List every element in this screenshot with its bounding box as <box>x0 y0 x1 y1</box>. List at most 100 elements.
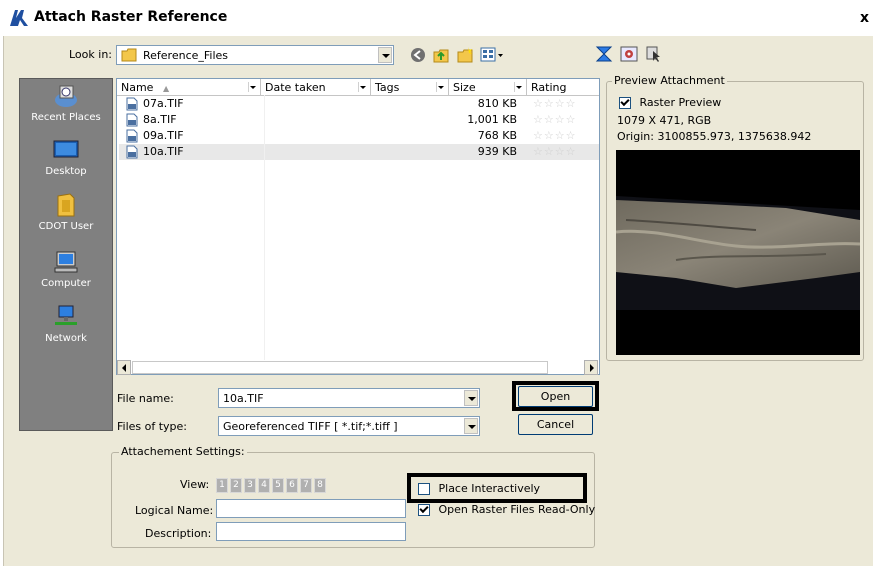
view-button-1[interactable]: 1 <box>216 478 228 493</box>
file-list[interactable]: Name ▲ Date taken Tags Size Rating 07a.T… <box>116 78 600 375</box>
raster-origin: Origin: 3100855.973, 1375638.942 <box>617 130 812 143</box>
select-icon[interactable] <box>645 45 663 63</box>
raster-preview-label: Raster Preview <box>639 96 722 109</box>
raster-manager-icon[interactable] <box>595 45 613 63</box>
column-header-tags[interactable]: Tags <box>371 79 449 96</box>
description-input[interactable] <box>216 522 406 541</box>
place-interactively-label: Place Interactively <box>438 482 541 495</box>
title-bar: Attach Raster Reference x <box>0 0 873 36</box>
logical-name-input[interactable] <box>216 499 406 518</box>
file-row-selected[interactable]: 10a.TIF 939 KB ☆☆☆☆ <box>119 144 599 160</box>
recent-places-icon <box>55 85 77 107</box>
tif-file-icon <box>126 129 138 143</box>
arrow-left-icon <box>122 364 126 372</box>
rating-stars[interactable]: ☆☆☆☆ <box>533 96 576 112</box>
tif-file-icon <box>126 97 138 111</box>
rating-stars[interactable]: ☆☆☆☆ <box>533 144 576 160</box>
column-filter-icon[interactable] <box>248 82 258 92</box>
file-name-input[interactable]: 10a.TIF <box>218 388 480 408</box>
column-header-size[interactable]: Size <box>449 79 527 96</box>
chevron-down-icon[interactable] <box>464 390 478 406</box>
view-button-4[interactable]: 4 <box>258 478 270 493</box>
network-icon <box>55 305 77 325</box>
scroll-thumb[interactable] <box>132 361 548 374</box>
file-name: 8a.TIF <box>143 113 177 126</box>
views-menu-icon[interactable] <box>480 46 506 64</box>
sort-ascending-icon: ▲ <box>162 84 170 93</box>
preview-legend: Preview Attachment <box>612 74 727 87</box>
place-network[interactable]: Network <box>20 304 112 344</box>
column-header-rating[interactable]: Rating <box>527 79 599 96</box>
place-label: Network <box>45 333 87 344</box>
column-header-name[interactable]: Name ▲ <box>117 79 261 96</box>
file-size: 768 KB <box>477 129 517 142</box>
place-desktop[interactable]: Desktop <box>20 137 112 177</box>
view-button-7[interactable]: 7 <box>300 478 312 493</box>
look-in-combo[interactable]: Reference_Files <box>116 45 394 65</box>
scroll-left-button[interactable] <box>117 360 131 375</box>
checkbox-checked-icon[interactable] <box>418 504 430 516</box>
place-label: Recent Places <box>31 112 101 123</box>
logical-name-label: Logical Name: <box>135 504 214 517</box>
place-cdot-user[interactable]: CDOT User <box>20 192 112 232</box>
place-label: Desktop <box>45 166 87 177</box>
column-filter-icon[interactable] <box>514 82 524 92</box>
view-button-5[interactable]: 5 <box>272 478 284 493</box>
file-name: 10a.TIF <box>143 145 184 158</box>
file-size: 810 KB <box>477 97 517 110</box>
up-folder-icon[interactable] <box>432 46 450 64</box>
scroll-right-button[interactable] <box>584 360 598 375</box>
read-only-checkbox[interactable]: Open Raster Files Read-Only <box>418 503 595 516</box>
file-row[interactable]: 8a.TIF 1,001 KB ☆☆☆☆ <box>119 112 599 128</box>
read-only-label: Open Raster Files Read-Only <box>438 503 596 516</box>
raster-dimensions: 1079 X 471, RGB <box>617 114 712 127</box>
close-icon[interactable]: x <box>860 10 869 26</box>
file-name-label: File name: <box>117 392 174 405</box>
chevron-down-icon[interactable] <box>378 47 392 63</box>
place-label: Computer <box>41 278 91 289</box>
places-bar: Recent Places Desktop CDOT User Computer… <box>19 78 113 431</box>
file-size: 1,001 KB <box>467 113 517 126</box>
rating-stars[interactable]: ☆☆☆☆ <box>533 128 576 144</box>
place-computer[interactable]: Computer <box>20 249 112 289</box>
column-filter-icon[interactable] <box>436 82 446 92</box>
new-folder-icon[interactable] <box>456 46 474 64</box>
file-size: 939 KB <box>477 145 517 158</box>
checkbox-unchecked-icon[interactable] <box>418 483 430 495</box>
checkbox-checked-icon[interactable] <box>619 97 631 109</box>
tif-file-icon <box>126 145 138 159</box>
cancel-button[interactable]: Cancel <box>518 414 593 435</box>
back-icon[interactable] <box>410 47 426 63</box>
view-button-8[interactable]: 8 <box>314 478 326 493</box>
look-in-label: Look in: <box>69 48 112 61</box>
view-button-6[interactable]: 6 <box>286 478 298 493</box>
user-folder-icon <box>57 193 75 217</box>
column-divider <box>264 95 265 360</box>
file-row[interactable]: 07a.TIF 810 KB ☆☆☆☆ <box>119 96 599 112</box>
column-header-date-taken[interactable]: Date taken <box>261 79 371 96</box>
look-in-value: Reference_Files <box>143 49 229 62</box>
column-filter-icon[interactable] <box>358 82 368 92</box>
view-button-3[interactable]: 3 <box>244 478 256 493</box>
files-of-type-select[interactable]: Georeferenced TIFF [ *.tif;*.tiff ] <box>218 416 480 436</box>
tif-file-icon <box>126 113 138 127</box>
app-logo-icon <box>10 10 28 26</box>
open-button[interactable]: Open <box>518 386 593 407</box>
files-of-type-value: Georeferenced TIFF [ *.tif;*.tiff ] <box>223 420 398 433</box>
view-button-2[interactable]: 2 <box>230 478 242 493</box>
desktop-icon <box>53 140 79 158</box>
file-row[interactable]: 09a.TIF 768 KB ☆☆☆☆ <box>119 128 599 144</box>
window-title: Attach Raster Reference <box>34 9 228 25</box>
arrow-right-icon <box>590 364 594 372</box>
place-recent-places[interactable]: Recent Places <box>20 83 112 123</box>
raster-preview-checkbox[interactable]: Raster Preview <box>619 96 721 109</box>
horizontal-scrollbar[interactable] <box>116 360 600 376</box>
folder-icon <box>121 48 137 62</box>
rating-stars[interactable]: ☆☆☆☆ <box>533 112 576 128</box>
description-label: Description: <box>145 527 212 540</box>
place-interactively-checkbox[interactable]: Place Interactively <box>418 482 540 495</box>
chevron-down-icon[interactable] <box>464 418 478 434</box>
settings-icon[interactable] <box>620 45 638 63</box>
file-name-value: 10a.TIF <box>223 392 264 405</box>
computer-icon <box>54 251 78 273</box>
